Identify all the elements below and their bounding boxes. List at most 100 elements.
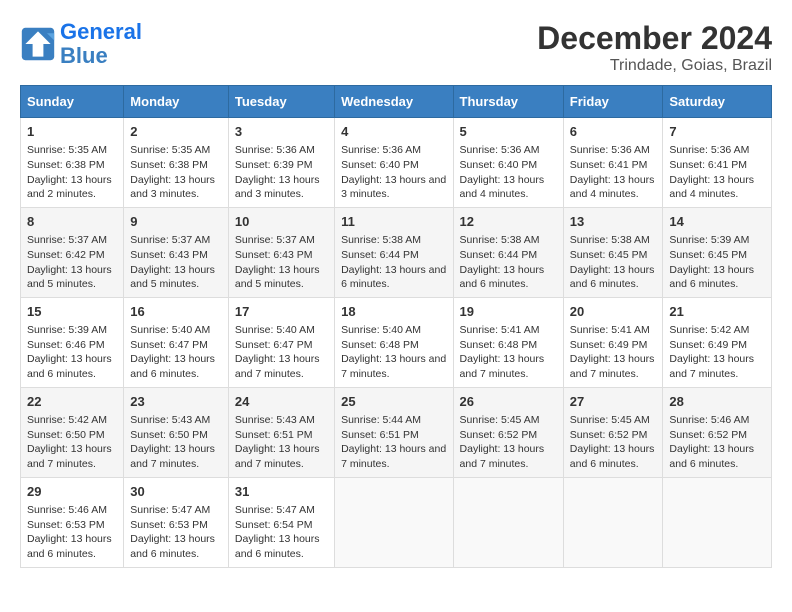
page-header: General Blue December 2024 Trindade, Goi… [20,20,772,75]
calendar-cell: 12Sunrise: 5:38 AMSunset: 6:44 PMDayligh… [453,207,563,297]
calendar-cell: 14 Sunrise: 5:39 AM Sunset: 6:45 PM Dayligh… [663,207,772,297]
calendar-cell: 13Sunrise: 5:38 AMSunset: 6:45 PMDayligh… [563,207,663,297]
sunset-text: Sunset: 6:47 PM [235,339,313,351]
sunrise-text: Sunrise: 5:42 AM [27,414,107,426]
daylight-text: Daylight: 13 hours and 6 minutes. [570,264,655,291]
sunset-text: Sunset: 6:53 PM [27,519,105,531]
daylight-text: Daylight: 13 hours and 6 minutes. [235,533,320,560]
sunrise-text: Sunrise: 5:43 AM [235,414,315,426]
daylight-text: Daylight: 13 hours and 7 minutes. [341,353,446,380]
calendar-cell: 24Sunrise: 5:43 AMSunset: 6:51 PMDayligh… [228,387,334,477]
sunrise-text: Sunrise: 5:47 AM [235,504,315,516]
daylight-text: Daylight: 13 hours and 6 minutes. [27,533,112,560]
daylight-text: Daylight: 13 hours and 6 minutes. [130,533,215,560]
sunrise-text: Sunrise: 5:46 AM [27,504,107,516]
calendar-cell: 15Sunrise: 5:39 AMSunset: 6:46 PMDayligh… [21,297,124,387]
calendar-week-row: 22Sunrise: 5:42 AMSunset: 6:50 PMDayligh… [21,387,772,477]
calendar-week-row: 8 Sunrise: 5:37 AM Sunset: 6:42 PM Daylight… [21,207,772,297]
day-header: Monday [124,86,229,118]
sunset-text: Sunset: 6:39 PM [235,159,313,171]
sunrise-text: Sunrise: 5:36 AM [460,144,540,156]
day-number: 23 [130,393,222,411]
day-number: 4 [341,123,446,141]
sunrise-text: Sunrise: 5:37 AM [235,234,315,246]
calendar-table: SundayMondayTuesdayWednesdayThursdayFrid… [20,85,772,568]
sunrise-text: Sunrise: 5:45 AM [460,414,540,426]
calendar-cell: 25Sunrise: 5:44 AMSunset: 6:51 PMDayligh… [335,387,453,477]
sunset-text: Sunset: 6:50 PM [27,429,105,441]
sunset-text: Sunset: 6:45 PM [669,249,747,261]
day-number: 25 [341,393,446,411]
day-number: 24 [235,393,328,411]
daylight-text: Daylight: 13 hours and 6 minutes. [27,353,112,380]
sunset-text: Sunset: 6:46 PM [27,339,105,351]
sunrise-text: Sunrise: 5:45 AM [570,414,650,426]
day-number: 31 [235,483,328,501]
daylight-text: Daylight: 13 hours and 6 minutes. [460,264,545,291]
sunset-text: Sunset: 6:43 PM [130,249,208,261]
calendar-cell: 29Sunrise: 5:46 AMSunset: 6:53 PMDayligh… [21,477,124,567]
day-number: 6 [570,123,657,141]
calendar-cell: 7Sunrise: 5:36 AMSunset: 6:41 PMDaylight… [663,118,772,208]
daylight-text: Daylight: 13 hours and 7 minutes. [235,353,320,380]
daylight-text: Daylight: 13 hours and 2 minutes. [27,174,112,201]
daylight-text: Daylight: 13 hours and 7 minutes. [130,443,215,470]
calendar-cell: 5Sunrise: 5:36 AMSunset: 6:40 PMDaylight… [453,118,563,208]
sunset-text: Sunset: 6:54 PM [235,519,313,531]
day-number: 14 [669,213,765,231]
calendar-cell: 30Sunrise: 5:47 AMSunset: 6:53 PMDayligh… [124,477,229,567]
daylight-text: Daylight: 13 hours and 7 minutes. [570,353,655,380]
daylight-text: Daylight: 13 hours and 6 minutes. [669,264,754,291]
sunset-text: Sunset: 6:48 PM [460,339,538,351]
sunset-text: Sunset: 6:51 PM [341,429,419,441]
logo-text: General Blue [60,20,142,68]
sunset-text: Sunset: 6:45 PM [570,249,648,261]
sunset-text: Sunset: 6:53 PM [130,519,208,531]
daylight-text: Daylight: 13 hours and 4 minutes. [570,174,655,201]
sunset-text: Sunset: 6:50 PM [130,429,208,441]
sunrise-text: Sunrise: 5:41 AM [460,324,540,336]
sunset-text: Sunset: 6:40 PM [460,159,538,171]
daylight-text: Daylight: 13 hours and 6 minutes. [130,353,215,380]
daylight-text: Daylight: 13 hours and 6 minutes. [341,264,446,291]
day-number: 18 [341,303,446,321]
sunrise-text: Sunrise: 5:46 AM [669,414,749,426]
day-number: 8 [27,213,117,231]
day-number: 26 [460,393,557,411]
day-number: 21 [669,303,765,321]
day-header: Tuesday [228,86,334,118]
calendar-week-row: 29Sunrise: 5:46 AMSunset: 6:53 PMDayligh… [21,477,772,567]
sunrise-text: Sunrise: 5:40 AM [235,324,315,336]
sunrise-text: Sunrise: 5:41 AM [570,324,650,336]
calendar-cell [335,477,453,567]
sunset-text: Sunset: 6:48 PM [341,339,419,351]
sunrise-text: Sunrise: 5:38 AM [460,234,540,246]
sunrise-text: Sunrise: 5:42 AM [669,324,749,336]
sunrise-text: Sunrise: 5:40 AM [130,324,210,336]
calendar-cell: 17 Sunrise: 5:40 AM Sunset: 6:47 PM Dayligh… [228,297,334,387]
calendar-cell: 22Sunrise: 5:42 AMSunset: 6:50 PMDayligh… [21,387,124,477]
sunrise-text: Sunrise: 5:39 AM [27,324,107,336]
calendar-cell [453,477,563,567]
sunset-text: Sunset: 6:40 PM [341,159,419,171]
day-number: 20 [570,303,657,321]
sunset-text: Sunset: 6:41 PM [669,159,747,171]
calendar-cell: 27Sunrise: 5:45 AMSunset: 6:52 PMDayligh… [563,387,663,477]
day-number: 17 [235,303,328,321]
sunrise-text: Sunrise: 5:40 AM [341,324,421,336]
sunset-text: Sunset: 6:42 PM [27,249,105,261]
sunset-text: Sunset: 6:44 PM [341,249,419,261]
page-title: December 2024 [537,20,772,57]
sunrise-text: Sunrise: 5:36 AM [570,144,650,156]
sunrise-text: Sunrise: 5:39 AM [669,234,749,246]
day-number: 13 [570,213,657,231]
sunrise-text: Sunrise: 5:36 AM [669,144,749,156]
sunset-text: Sunset: 6:51 PM [235,429,313,441]
sunset-text: Sunset: 6:52 PM [570,429,648,441]
day-number: 12 [460,213,557,231]
daylight-text: Daylight: 13 hours and 6 minutes. [570,443,655,470]
calendar-week-row: 15Sunrise: 5:39 AMSunset: 6:46 PMDayligh… [21,297,772,387]
day-number: 3 [235,123,328,141]
sunset-text: Sunset: 6:49 PM [669,339,747,351]
calendar-cell: 19Sunrise: 5:41 AMSunset: 6:48 PMDayligh… [453,297,563,387]
